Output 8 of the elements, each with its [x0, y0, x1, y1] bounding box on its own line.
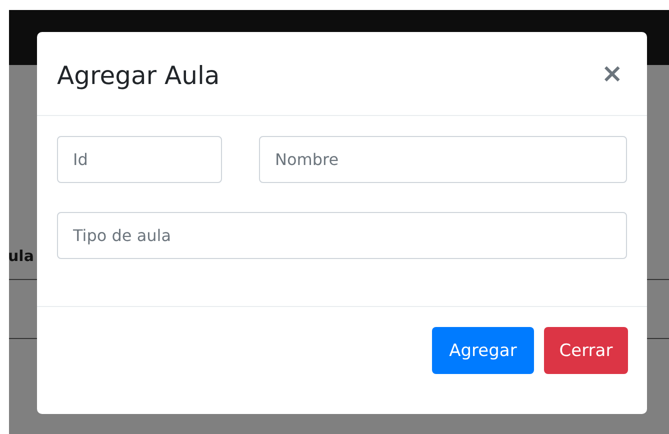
- input-field[interactable]: Nombre: [259, 136, 627, 183]
- modal-title: Agregar Aula: [57, 60, 220, 90]
- column-header: ula: [8, 247, 34, 265]
- add-button[interactable]: Agregar: [432, 327, 534, 374]
- input-field[interactable]: Tipo de aula: [57, 212, 627, 259]
- close-button[interactable]: ×: [597, 60, 627, 86]
- close-dialog-button[interactable]: Cerrar: [544, 327, 628, 374]
- input-field[interactable]: Id: [57, 136, 222, 183]
